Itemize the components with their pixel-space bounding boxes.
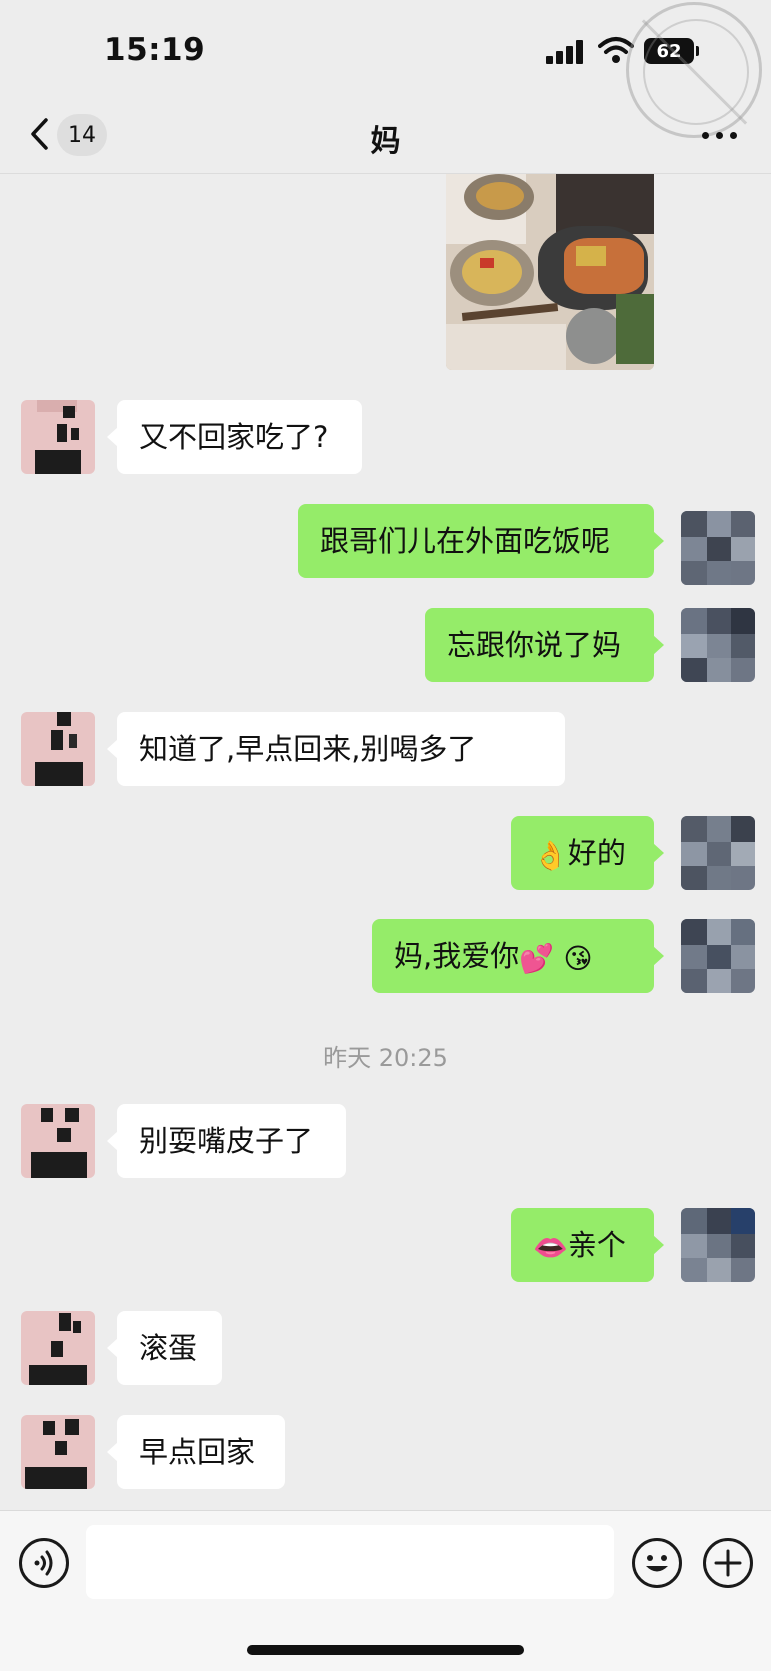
smiley-icon[interactable] xyxy=(632,1538,682,1588)
message-bubble: 又不回家吃了? xyxy=(107,400,362,474)
plus-icon[interactable] xyxy=(703,1538,753,1588)
message-bubble: 早点回家 xyxy=(107,1415,285,1489)
avatar[interactable] xyxy=(681,919,755,993)
chat-title: 妈 xyxy=(370,124,401,159)
lips-emoji: 👄 xyxy=(533,1231,568,1264)
avatar[interactable] xyxy=(21,1311,95,1385)
message-text: 亲个 xyxy=(567,1228,626,1262)
message-timestamp: 昨天 20:25 xyxy=(323,1044,448,1072)
chat-header: 14 妈 xyxy=(0,96,771,174)
message-text: 妈,我爱你 xyxy=(394,939,520,973)
signal-icon xyxy=(546,40,586,64)
message-bubble: 知道了,早点回来,别喝多了 xyxy=(107,712,565,786)
home-indicator xyxy=(247,1645,524,1655)
voice-icon[interactable] xyxy=(19,1538,69,1588)
message-bubble: 👄亲个 xyxy=(511,1208,664,1282)
avatar[interactable] xyxy=(21,1104,95,1178)
message-bubble: 滚蛋 xyxy=(107,1311,222,1385)
avatar[interactable] xyxy=(681,816,755,890)
status-bar: 15:19 62 xyxy=(0,0,771,138)
shared-food-photo[interactable] xyxy=(446,174,654,370)
ok-hand-emoji: 👌 xyxy=(533,839,568,872)
avatar[interactable] xyxy=(21,712,95,786)
message-bubble: 忘跟你说了妈 xyxy=(425,608,664,682)
kissing-face-emoji: 😘 xyxy=(563,942,593,975)
message-bubble: 别耍嘴皮子了 xyxy=(107,1104,346,1178)
avatar[interactable] xyxy=(681,608,755,682)
avatar[interactable] xyxy=(681,511,755,585)
message-bubble: 妈,我爱你💕 😘 xyxy=(372,919,664,993)
message-bubble: 跟哥们儿在外面吃饭呢 xyxy=(298,504,664,578)
status-time: 15:19 xyxy=(104,32,206,68)
message-input[interactable] xyxy=(86,1525,614,1599)
avatar[interactable] xyxy=(21,400,95,474)
two-hearts-emoji: 💕 xyxy=(519,942,555,975)
message-text: 好的 xyxy=(567,836,626,870)
avatar[interactable] xyxy=(681,1208,755,1282)
avatar[interactable] xyxy=(21,1415,95,1489)
message-bubble: 👌好的 xyxy=(511,816,664,890)
more-dots-icon[interactable] xyxy=(700,132,740,142)
